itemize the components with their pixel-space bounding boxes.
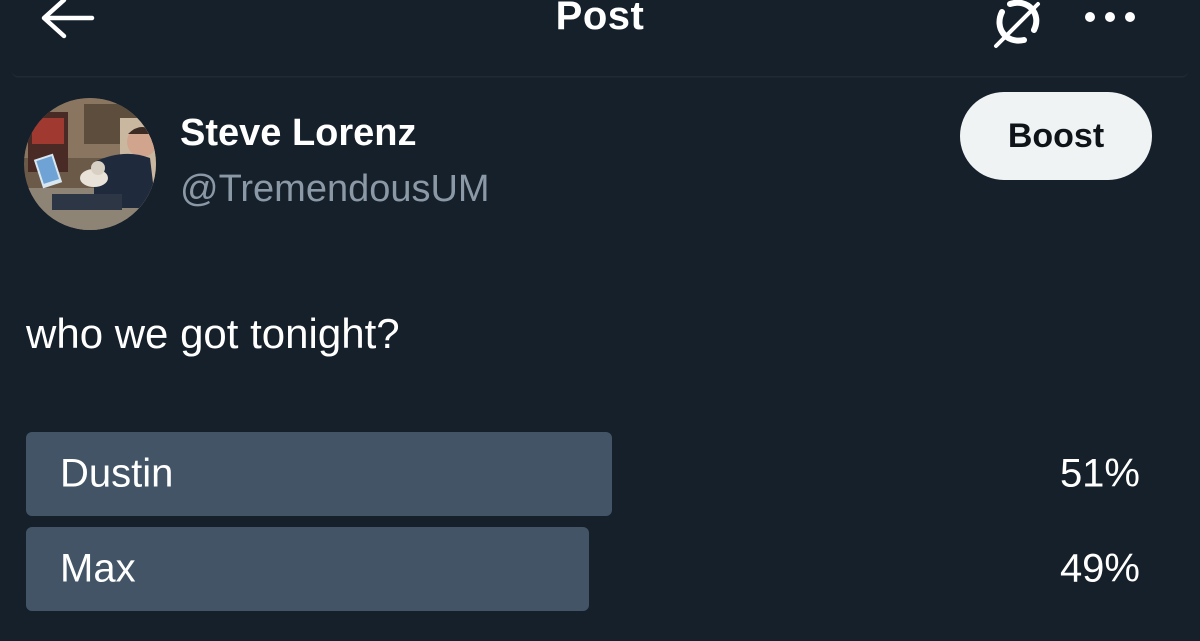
grok-button[interactable] [988, 0, 1048, 50]
avatar[interactable] [24, 98, 156, 230]
grok-icon [994, 0, 1040, 48]
poll-option-label: Max [60, 546, 136, 591]
boost-button[interactable]: Boost [960, 92, 1152, 180]
more-options-button[interactable] [1080, 4, 1140, 34]
post-text: who we got tonight? [26, 310, 400, 357]
poll-option-percent: 49% [1059, 546, 1140, 591]
avatar-photo [24, 98, 156, 230]
poll-option-dustin[interactable]: Dustin 51% [26, 432, 1156, 516]
author-handle[interactable]: @TremendousUM [180, 168, 490, 211]
author-name[interactable]: Steve Lorenz [180, 112, 417, 155]
poll-option-percent: 51% [1059, 451, 1140, 496]
poll-option-max[interactable]: Max 49% [26, 527, 1156, 611]
more-horizontal-icon [1085, 12, 1135, 22]
poll-option-label: Dustin [60, 451, 174, 496]
